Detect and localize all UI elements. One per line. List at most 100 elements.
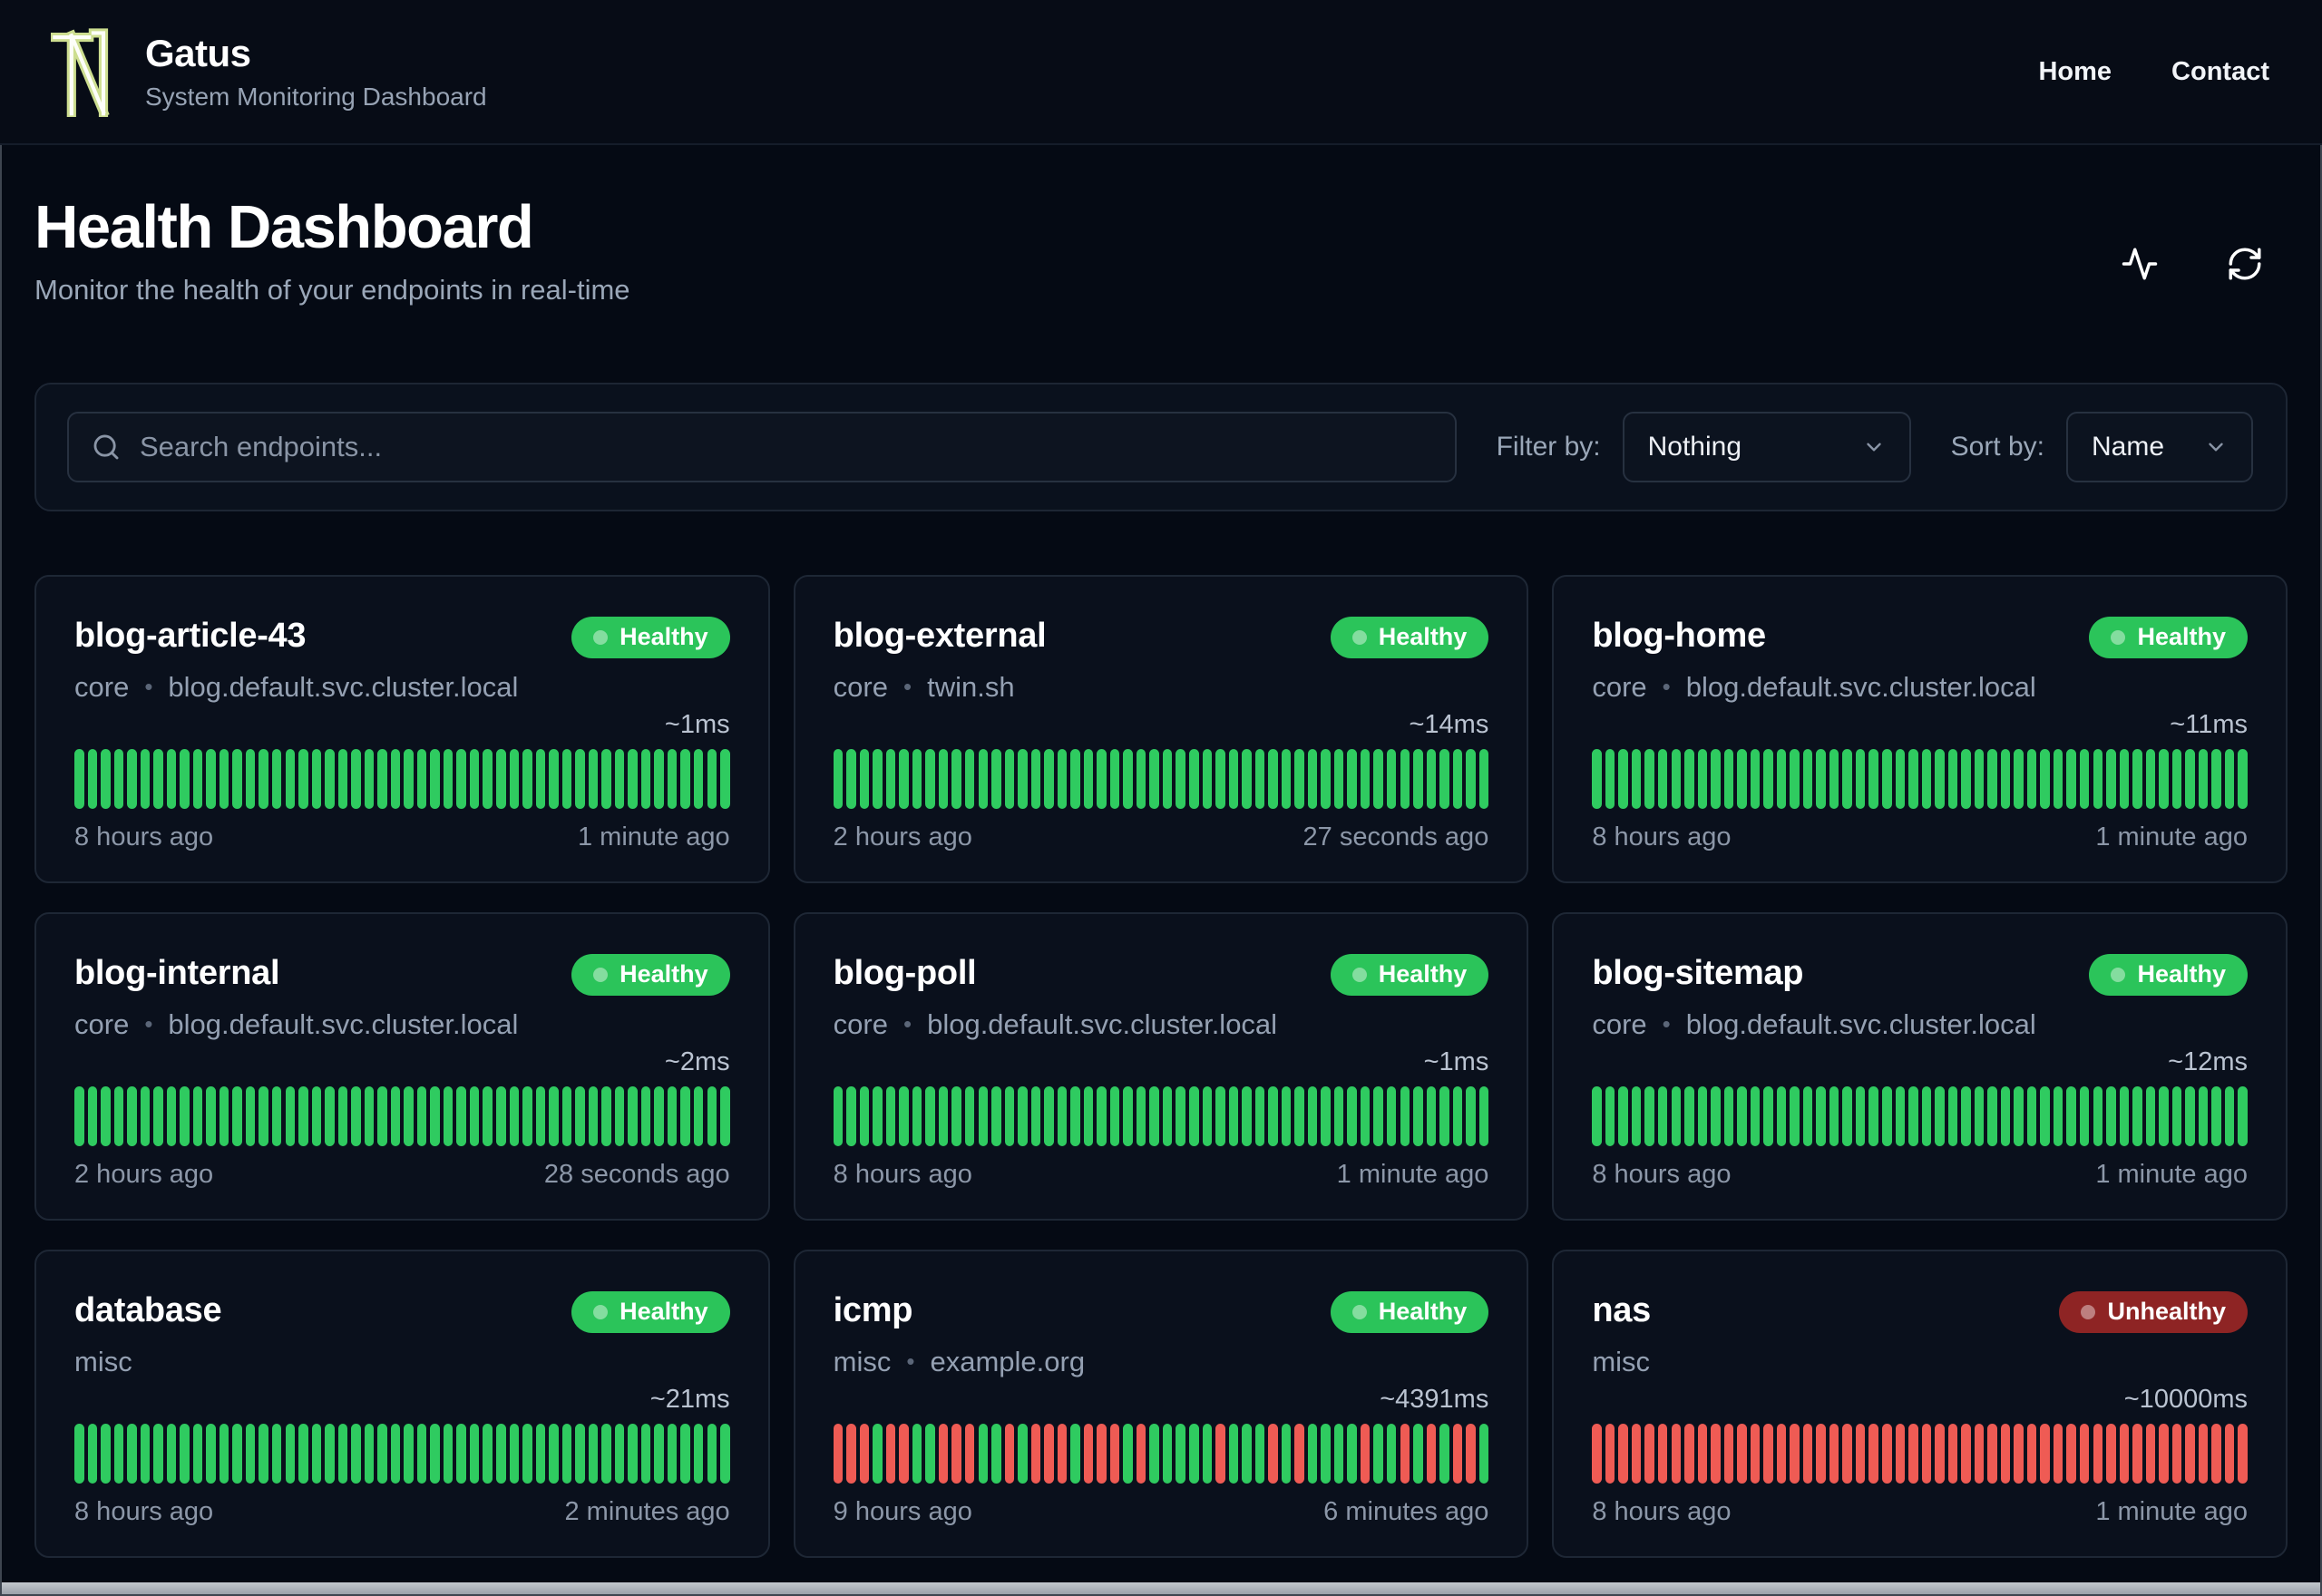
health-bar-up xyxy=(1189,1085,1199,1146)
health-bar-up xyxy=(1947,1085,1958,1146)
health-bar-up xyxy=(707,748,717,809)
health-bar-down xyxy=(1631,1423,1642,1484)
health-bar-up xyxy=(1176,748,1185,809)
health-bar-up xyxy=(259,1085,268,1146)
status-label: Healthy xyxy=(1378,623,1468,651)
endpoint-card[interactable]: icmp Healthy misc • example.org ~4391ms … xyxy=(793,1249,1529,1558)
health-bar-up xyxy=(74,1085,84,1146)
uptime-history-bars[interactable] xyxy=(74,1423,730,1484)
bullet-separator: • xyxy=(144,1010,153,1038)
health-bar-down xyxy=(1097,1423,1107,1484)
health-bar-up xyxy=(640,1423,651,1484)
health-bar-up xyxy=(377,1085,387,1146)
health-bar-down xyxy=(2211,1423,2221,1484)
uptime-history-bars[interactable] xyxy=(74,1085,730,1146)
status-dot-icon xyxy=(1351,629,1367,645)
status-dot-icon xyxy=(2111,967,2126,982)
health-bar-down xyxy=(1618,1423,1628,1484)
health-bar-up xyxy=(614,748,625,809)
endpoint-card[interactable]: nas Unhealthy misc ~10000ms 8 hours ago … xyxy=(1552,1249,2288,1558)
health-bar-up xyxy=(2171,748,2182,809)
health-bar-up xyxy=(2185,1085,2195,1146)
health-bar-up xyxy=(925,748,935,809)
endpoint-card[interactable]: database Healthy misc ~21ms 8 hours ago … xyxy=(34,1249,770,1558)
uptime-history-bars[interactable] xyxy=(833,748,1489,809)
bullet-separator: • xyxy=(1662,1010,1671,1038)
health-bar-up xyxy=(680,1423,690,1484)
endpoint-card[interactable]: blog-sitemap Healthy core • blog.default… xyxy=(1552,911,2288,1221)
health-bar-up xyxy=(2224,748,2235,809)
sort-select[interactable]: Name xyxy=(2066,411,2253,482)
health-bar-up xyxy=(1109,748,1120,809)
health-bar-up xyxy=(1202,1423,1213,1484)
uptime-history-bars[interactable] xyxy=(74,748,730,809)
health-bar-up xyxy=(1254,1423,1265,1484)
health-bar-up xyxy=(416,1085,427,1146)
health-bar-up xyxy=(390,1423,401,1484)
filter-select[interactable]: Nothing xyxy=(1622,411,1911,482)
endpoint-card[interactable]: blog-poll Healthy core • blog.default.sv… xyxy=(793,911,1529,1221)
search-input[interactable] xyxy=(140,430,1433,463)
filter-select-value: Nothing xyxy=(1647,431,1742,462)
nav-link-contact[interactable]: Contact xyxy=(2171,57,2269,87)
uptime-history-bars[interactable] xyxy=(1592,1085,2248,1146)
health-bar-up xyxy=(991,1423,1001,1484)
status-badge: Healthy xyxy=(1330,616,1489,658)
health-bar-up xyxy=(1215,1085,1225,1146)
search-box[interactable] xyxy=(67,411,1457,482)
endpoint-card[interactable]: blog-external Healthy core • twin.sh ~14… xyxy=(793,574,1529,883)
health-bar-up xyxy=(964,748,975,809)
refresh-button[interactable] xyxy=(2226,245,2264,283)
health-bar-up xyxy=(1149,1085,1159,1146)
uptime-history-bars[interactable] xyxy=(1592,1423,2248,1484)
health-bar-up xyxy=(2185,748,2195,809)
health-bar-up xyxy=(1723,748,1734,809)
status-dot-icon xyxy=(593,967,609,982)
card-header: nas Unhealthy xyxy=(1592,1290,2248,1333)
health-bar-up xyxy=(1242,1423,1252,1484)
status-label: Healthy xyxy=(620,623,708,651)
health-bar-down xyxy=(1083,1423,1094,1484)
health-bar-up xyxy=(1776,1085,1787,1146)
health-bar-up xyxy=(140,1423,151,1484)
health-bar-up xyxy=(1737,1085,1747,1146)
uptime-history-bars[interactable] xyxy=(1592,748,2248,809)
uptime-history-bars[interactable] xyxy=(833,1423,1489,1484)
endpoint-card[interactable]: blog-home Healthy core • blog.default.sv… xyxy=(1552,574,2288,883)
health-bar-down xyxy=(833,1423,844,1484)
health-bar-up xyxy=(978,748,988,809)
health-bar-up xyxy=(337,1085,348,1146)
endpoint-card[interactable]: blog-article-43 Healthy core • blog.defa… xyxy=(34,574,770,883)
health-bar-up xyxy=(390,748,401,809)
health-bar-up xyxy=(1466,1085,1476,1146)
health-bar-up xyxy=(561,748,572,809)
history-oldest-label: 9 hours ago xyxy=(833,1496,972,1526)
health-bar-up xyxy=(364,1423,375,1484)
card-footer: 8 hours ago 1 minute ago xyxy=(1592,1160,2248,1190)
health-bar-up xyxy=(859,748,870,809)
health-bar-up xyxy=(1030,1085,1041,1146)
health-bar-up xyxy=(654,1085,664,1146)
status-dot-icon xyxy=(2111,629,2126,645)
card-footer: 8 hours ago 2 minutes ago xyxy=(74,1497,730,1527)
health-bar-up xyxy=(127,748,137,809)
health-bar-down xyxy=(1268,1423,1278,1484)
health-bar-up xyxy=(1307,1085,1318,1146)
status-badge: Healthy xyxy=(2089,953,2248,996)
health-bar-up xyxy=(1657,1085,1668,1146)
card-footer: 8 hours ago 1 minute ago xyxy=(1592,1497,2248,1527)
endpoint-card[interactable]: blog-internal Healthy core • blog.defaul… xyxy=(34,911,770,1221)
health-bar-up xyxy=(614,1085,625,1146)
nav-link-home[interactable]: Home xyxy=(2038,57,2112,87)
endpoint-meta: core • blog.default.svc.cluster.local xyxy=(74,671,730,704)
status-label: Healthy xyxy=(2137,623,2226,651)
health-bar-up xyxy=(707,1423,717,1484)
endpoint-meta: core • blog.default.svc.cluster.local xyxy=(1592,671,2248,704)
history-oldest-label: 8 hours ago xyxy=(1592,1159,1732,1189)
health-bar-up xyxy=(1162,1423,1173,1484)
history-oldest-label: 8 hours ago xyxy=(74,1496,214,1526)
health-bar-up xyxy=(2106,748,2116,809)
uptime-history-bars[interactable] xyxy=(833,1085,1489,1146)
health-bar-up xyxy=(2026,1085,2037,1146)
activity-button[interactable] xyxy=(2121,245,2159,283)
